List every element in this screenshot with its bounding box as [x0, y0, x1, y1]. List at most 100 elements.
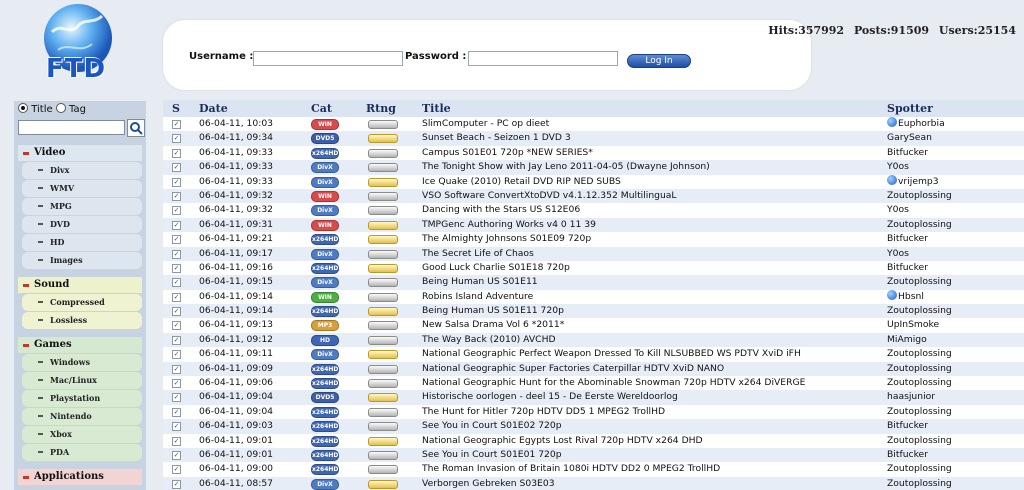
row-title-link[interactable]: Robins Island Adventure — [422, 290, 533, 304]
spotted-checkbox[interactable]: ✓ — [172, 379, 181, 389]
spotted-checkbox[interactable]: ✓ — [172, 177, 181, 187]
category-badge[interactable]: WIN — [311, 291, 339, 303]
table-row[interactable]: ✓ 06-04-11, 09:21 x264HD The Almighty Johns… — [163, 232, 1024, 246]
section-applications[interactable]: Applications — [18, 469, 142, 485]
table-row[interactable]: ✓ 06-04-11, 09:06 x264HD National Geographi… — [163, 376, 1024, 390]
row-title-link[interactable]: New Salsa Drama Vol 6 *2011* — [422, 318, 564, 332]
sidebar-item-mac-linux[interactable]: Mac/Linux — [22, 372, 142, 389]
section-sound[interactable]: Sound — [18, 277, 142, 293]
table-row[interactable]: ✓ 06-04-11, 09:04 DVD5 Historische oorlogen… — [163, 390, 1024, 405]
col-date[interactable]: Date — [199, 102, 228, 115]
sidebar-item-dvd[interactable]: DVD — [22, 216, 142, 233]
category-badge[interactable]: DivX — [311, 205, 339, 217]
tag-radio[interactable] — [55, 103, 66, 113]
category-badge[interactable]: x264HD — [311, 234, 339, 246]
password-input[interactable] — [468, 51, 618, 66]
row-spotter[interactable]: Zoutoplossing — [887, 304, 952, 318]
spotted-checkbox[interactable]: ✓ — [172, 350, 181, 360]
spotted-checkbox[interactable]: ✓ — [172, 278, 181, 288]
row-spotter[interactable]: vrijemp3 — [887, 174, 939, 189]
table-row[interactable]: ✓ 06-04-11, 09:34 DVD5 Sunset Beach - Seizo… — [163, 131, 1024, 146]
spotted-checkbox[interactable]: ✓ — [172, 450, 181, 460]
table-row[interactable]: ✓ 06-04-11, 09:33 DivX The Tonight Show wit… — [163, 160, 1024, 175]
row-spotter[interactable]: haasjunior — [887, 390, 935, 404]
row-title-link[interactable]: TMPGenc Authoring Works v4 0 11 39 — [422, 218, 596, 232]
table-row[interactable]: ✓ 06-04-11, 09:32 DivX Dancing with the Sta… — [163, 203, 1024, 217]
table-row[interactable]: ✓ 06-04-11, 09:13 MP3 New Salsa Drama Vol 6… — [163, 318, 1024, 332]
spotted-checkbox[interactable]: ✓ — [172, 422, 181, 432]
row-spotter[interactable]: Bitfucker — [887, 146, 928, 160]
row-spotter[interactable]: Zoutoplossing — [887, 362, 952, 376]
table-row[interactable]: ✓ 06-04-11, 09:15 DivX Being Human US S01E1… — [163, 275, 1024, 290]
ftd-logo[interactable]: FTD — [38, 2, 122, 88]
row-title-link[interactable]: Good Luck Charlie S01E18 720p — [422, 261, 570, 275]
spotted-checkbox[interactable]: ✓ — [172, 364, 181, 374]
row-title-link[interactable]: The Roman Invasion of Britain 1080i HDTV… — [422, 462, 720, 476]
spotted-checkbox[interactable]: ✓ — [172, 148, 181, 158]
row-title-link[interactable]: The Way Back (2010) AVCHD — [422, 333, 556, 347]
title-radio[interactable] — [18, 103, 28, 113]
category-badge[interactable]: DivX — [311, 478, 339, 490]
spotted-checkbox[interactable]: ✓ — [172, 163, 181, 173]
table-row[interactable]: ✓ 06-04-11, 09:31 WIN TMPGenc Authoring Wor… — [163, 217, 1024, 233]
row-spotter[interactable]: Zoutoplossing — [887, 275, 952, 289]
table-row[interactable]: ✓ 06-04-11, 09:32 WIN VSO Software ConvertX… — [163, 188, 1024, 204]
row-title-link[interactable]: National Geographic Perfect Weapon Dress… — [422, 347, 801, 361]
row-spotter[interactable]: Bitfucker — [887, 448, 928, 462]
table-row[interactable]: ✓ 06-04-11, 09:04 x264HD The Hunt for Hitle… — [163, 405, 1024, 419]
row-title-link[interactable]: National Geographic Super Factories Cate… — [422, 362, 724, 376]
username-input[interactable] — [253, 51, 403, 66]
row-title-link[interactable]: See You in Court S01E02 720p — [422, 419, 562, 433]
spotted-checkbox[interactable]: ✓ — [172, 479, 181, 489]
spotted-checkbox[interactable]: ✓ — [172, 134, 181, 144]
table-row[interactable]: ✓ 06-04-11, 09:33 x264HD Campus S01E01 720p… — [163, 146, 1024, 160]
col-spotter[interactable]: Spotter — [887, 102, 933, 115]
category-badge[interactable]: x264HD — [311, 435, 339, 447]
category-badge[interactable]: DVD5 — [311, 133, 339, 145]
row-title-link[interactable]: Campus S01E01 720p *NEW SERIES* — [422, 146, 593, 160]
table-row[interactable]: ✓ 06-04-11, 09:17 DivX The Secret Life of C… — [163, 246, 1024, 261]
sidebar-item-windows[interactable]: Windows — [22, 354, 142, 371]
row-title-link[interactable]: The Secret Life of Chaos — [422, 247, 534, 261]
sidebar-item-hd[interactable]: HD — [22, 234, 142, 251]
category-badge[interactable]: x264HD — [311, 363, 339, 375]
spotted-checkbox[interactable]: ✓ — [172, 263, 181, 273]
row-title-link[interactable]: The Almighty Johnsons S01E09 720p — [422, 232, 591, 246]
table-row[interactable]: ✓ 06-04-11, 09:01 x264HD National Geographi… — [163, 434, 1024, 448]
row-spotter[interactable]: Bitfucker — [887, 419, 928, 433]
sidebar-item-playstation[interactable]: Playstation — [22, 390, 142, 407]
table-row[interactable]: ✓ 06-04-11, 09:11 DivX National Geographic … — [163, 347, 1024, 361]
table-row[interactable]: ✓ 06-04-11, 08:57 DivX Verborgen Gebreken S… — [163, 476, 1024, 490]
category-badge[interactable]: WIN — [311, 119, 339, 130]
col-title[interactable]: Title — [422, 102, 451, 115]
section-games[interactable]: Games — [18, 337, 142, 353]
search-input[interactable] — [18, 120, 125, 135]
category-badge[interactable]: x264HD — [311, 406, 339, 418]
category-badge[interactable]: DivX — [311, 176, 339, 188]
category-badge[interactable]: MP3 — [311, 320, 339, 332]
category-badge[interactable]: HD — [311, 334, 339, 346]
row-spotter[interactable]: Zoutoplossing — [887, 477, 952, 490]
spotted-checkbox[interactable]: ✓ — [172, 393, 181, 403]
category-badge[interactable]: DivX — [311, 248, 339, 260]
sidebar-item-mpg[interactable]: MPG — [22, 198, 142, 215]
spotted-checkbox[interactable]: ✓ — [172, 436, 181, 446]
row-spotter[interactable]: MiAmigo — [887, 333, 927, 347]
category-badge[interactable]: x264HD — [311, 464, 339, 476]
section-video[interactable]: Video — [18, 145, 142, 161]
table-row[interactable]: ✓ 06-04-11, 09:16 x264HD Good Luck Charlie … — [163, 261, 1024, 275]
category-badge[interactable]: x264HD — [311, 147, 339, 159]
row-spotter[interactable]: UpInSmoke — [887, 318, 939, 332]
row-spotter[interactable]: Zoutoplossing — [887, 347, 952, 361]
row-title-link[interactable]: SlimComputer - PC op dieet — [422, 117, 549, 131]
sidebar-item-xbox[interactable]: Xbox — [22, 426, 142, 443]
spotted-checkbox[interactable]: ✓ — [172, 220, 181, 230]
row-title-link[interactable]: The Tonight Show with Jay Leno 2011-04-0… — [422, 160, 710, 174]
table-row[interactable]: ✓ 06-04-11, 09:33 DivX Ice Quake (2010) Ret… — [163, 174, 1024, 189]
category-badge[interactable]: x264HD — [311, 262, 339, 274]
search-button[interactable] — [127, 119, 145, 137]
col-cat[interactable]: Cat — [311, 102, 332, 115]
spotted-checkbox[interactable]: ✓ — [172, 307, 181, 317]
category-badge[interactable]: DivX — [311, 162, 339, 174]
row-title-link[interactable]: Ice Quake (2010) Retail DVD RIP NED SUBS — [422, 175, 621, 189]
